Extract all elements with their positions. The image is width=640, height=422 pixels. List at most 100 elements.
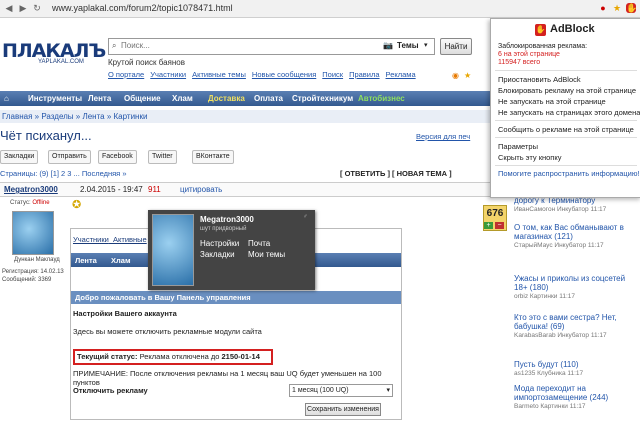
star-icon[interactable]: ★ [612,3,622,13]
search-input[interactable] [121,40,376,51]
tagline: Крутой поиск баянов [108,58,186,67]
panel-desc: Здесь вы можете отключить рекламные моду… [73,327,262,336]
menu-item[interactable]: Параметры [498,142,538,151]
share-vk[interactable]: ВКонтакте [192,150,234,164]
minus-button[interactable]: − [495,222,504,229]
top-link[interactable]: Участники [150,70,186,79]
top-link[interactable]: Реклама [386,70,416,79]
panel-title: Добро пожаловать в Вашу Панель управлени… [71,291,401,304]
divider [495,165,637,166]
popup-link[interactable]: Мои темы [248,250,285,259]
user-registered: Регистрация: 14.02.13 [2,269,64,275]
breadcrumb-item[interactable]: Разделы [41,112,73,121]
menu-item[interactable]: Сообщить о рекламе на этой странице [498,125,634,134]
top-link[interactable]: Новые сообщения [252,70,316,79]
nav-item[interactable]: Лента [88,94,111,103]
divider [495,120,637,121]
user-card: Статус: Offline Дункан Маклауд Регистрац… [0,197,68,307]
menu-item[interactable]: Не запускать на этой странице [498,97,606,106]
address-bar[interactable]: www.yaplakal.com/forum2/topic1078471.htm… [52,3,233,13]
quote-link[interactable]: цитировать [180,183,222,196]
forward-icon[interactable]: ▶ [18,3,28,13]
home-icon[interactable]: ⌂ [4,94,9,103]
list-item[interactable]: О том, как Вас обманывают в магазинах (1… [514,223,640,249]
nav-item[interactable]: Хлам [172,94,193,103]
nav-item[interactable]: Инструменты [28,94,82,103]
chevron-down-icon[interactable]: ▾ [424,41,428,49]
print-link[interactable]: Версия для печ [416,132,470,141]
user-caption: Дункан Маклауд [14,257,60,263]
pagination-links[interactable]: Страницы: (9) [1] 2 3 ... Последняя » [0,169,127,178]
top-links: О портале Участники Активные темы Новые соо… [108,70,422,79]
pagination: Страницы: (9) [1] 2 3 ... Последняя » [ … [0,169,490,180]
user-popup: Megatron3000 шут придворный Настройки По… [148,210,315,290]
menu-item[interactable]: Приостановить AdBlock [498,75,581,84]
site-logo-sub: YAPLAKAL.COM [38,59,84,65]
list-item[interactable]: Ужасы и приколы из соцсетей 18+ (180) orb… [514,274,640,300]
search-box: ⌕ 📷 Темы ▾ [108,38,435,55]
share-facebook[interactable]: Facebook [98,150,137,164]
popup-role: шут придворный [200,226,247,232]
menu-item[interactable]: Скрыть эту кнопку [498,153,561,162]
blocked-page: 6 на этой странице [498,51,560,58]
search-icon: ⌕ [112,41,117,50]
adblock-menu: ✋ AdBlock Заблокированная реклама: 6 на … [490,18,640,198]
close-circle-icon[interactable]: ● [598,3,608,13]
avatar[interactable] [12,211,54,255]
nav-item[interactable]: Оплата [254,94,283,103]
share-bookmarks[interactable]: Закладки [0,150,39,164]
back-icon[interactable]: ◀ [4,3,14,13]
menu-item[interactable]: Блокировать рекламу на этой странице [498,86,636,95]
popup-name[interactable]: Megatron3000 [200,215,254,224]
user-status: Статус: Offline [10,200,50,206]
period-select[interactable]: 1 месяц (100 UQ) ▾ [289,384,393,397]
save-button[interactable]: Сохранить изменения [305,403,381,416]
popup-link[interactable]: Настройки [200,239,239,248]
post-author[interactable]: Megatron3000 [4,183,58,196]
search-button[interactable]: Найти [440,38,472,55]
panel-section: Настройки Вашего аккаунта [73,309,177,318]
chevron-down-icon: ▾ [386,387,390,394]
bookmark-icon[interactable]: ★ [464,71,471,80]
list-item[interactable]: Кто это с вами сестра? Нет, бабушка! (69… [514,313,640,339]
rss-icon[interactable]: ◉ [452,71,459,80]
list-item[interactable]: Пусть будут (110) as1235 Клубника 11:17 [514,360,640,377]
nav-item[interactable]: Автобизнес [358,94,405,103]
post-id[interactable]: 911 [148,183,161,196]
status-box: Текущий статус: Реклама отключена до 215… [73,349,273,365]
page-title: Чёт психанул... [0,128,92,143]
search-scope[interactable]: Темы [397,41,419,50]
breadcrumb-item[interactable]: Лента [82,112,104,121]
embedded-nav-item: Хлам [111,256,131,265]
reply-actions[interactable]: [ ОТВЕТИТЬ ] [ НОВАЯ ТЕМА ] [340,169,452,178]
post-header: Megatron3000 2.04.2015 - 19:47 911 цитир… [0,182,490,197]
menu-item[interactable]: Не запускать на страницах этого домена [498,108,640,117]
divider [495,70,637,71]
share-twitter[interactable]: Twitter [148,150,177,164]
breadcrumb-item[interactable]: Главная [2,112,32,121]
popup-link[interactable]: Почта [248,239,270,248]
reload-icon[interactable]: ↻ [32,3,42,13]
share-send[interactable]: Отправить [48,150,91,164]
share-bar: Закладки Отправить Facebook Twitter ВКон… [0,150,300,164]
nav-item[interactable]: Стройтехникум [292,94,353,103]
top-link[interactable]: Правила [349,70,379,79]
browser-toolbar: ◀ ▶ ↻ www.yaplakal.com/forum2/topic10784… [0,0,640,18]
adblock-title: AdBlock [550,23,595,35]
list-item[interactable]: дорогу к Терминатору ИванСамогон Инкубато… [514,196,640,213]
breadcrumb-item[interactable]: Картинки [114,112,148,121]
user-messages: Сообщений: 3369 [2,277,52,283]
gender-icon: ♂ [303,214,308,220]
adblock-icon[interactable]: ✋ [626,3,637,13]
top-link[interactable]: О портале [108,70,144,79]
camera-icon[interactable]: 📷 [383,41,393,50]
top-link[interactable]: Активные темы [192,70,246,79]
popup-link[interactable]: Закладки [200,250,235,259]
nav-item[interactable]: Общение [124,94,161,103]
post-date: 2.04.2015 - 19:47 [80,185,143,194]
nav-item[interactable]: Доставка [208,94,245,103]
list-item[interactable]: Мода переходит на импортозамещение (244)… [514,384,640,410]
top-link[interactable]: Поиск [322,70,343,79]
spread-link[interactable]: Помогите распространить информацию! [498,169,640,178]
plus-button[interactable]: + [484,222,493,229]
